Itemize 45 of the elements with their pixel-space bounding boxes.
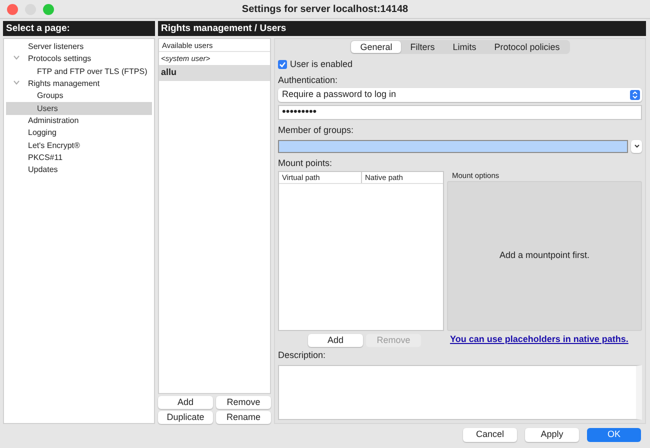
tree-item[interactable]: Updates [6,164,58,176]
checkbox[interactable] [278,60,287,70]
dropdown-button[interactable] [631,140,642,152]
dialog-button[interactable]: Apply [525,428,579,442]
window-title: Settings for server localhost:14148 [242,2,408,16]
description-field[interactable] [278,364,642,420]
chevron-down-icon [634,144,640,148]
chevron-icon[interactable] [13,54,20,62]
dialog-button[interactable]: OK [587,428,641,442]
groups-field[interactable] [278,140,628,152]
zoom-button[interactable] [43,4,54,14]
stepper-icon [630,90,640,100]
user-button[interactable]: Add [158,396,213,409]
user-button[interactable]: Remove [216,396,271,409]
empty-message: Add a mountpoint first. [499,249,590,262]
tree-item[interactable]: Protocols settings [6,53,92,66]
placeholders-link[interactable]: You can use placeholders in native paths. [450,333,628,347]
tree-item[interactable]: Administration [6,114,79,127]
field-label: Mount points: [278,156,334,170]
user-button[interactable]: Duplicate [158,411,213,424]
tree-item[interactable]: PKCS#11 [6,152,63,164]
tree-item[interactable]: Server listeners [6,41,84,54]
tree-item[interactable]: Groups [6,90,64,102]
dialog-button[interactable]: Cancel [463,428,517,442]
tree-item[interactable]: Rights management [6,78,100,90]
tab[interactable]: Protocol policies [485,41,569,53]
tab[interactable]: Filters [401,41,444,53]
checkbox-label: User is enabled [290,58,353,71]
tab[interactable]: General [351,41,402,53]
user-button[interactable]: Rename [216,411,271,424]
user-row[interactable]: allu [159,65,270,81]
panel-header: Select a page: [3,21,155,36]
field-label: Member of groups: [278,124,355,137]
tree-item[interactable]: Let's Encrypt® [6,140,80,152]
password-field[interactable]: ••••••••• [278,105,642,120]
close-button[interactable] [7,4,18,14]
mount-button[interactable]: Add [308,334,363,346]
chevron-icon[interactable] [13,78,20,86]
field-label: Authentication: [278,74,339,86]
tree-item[interactable]: Logging [6,127,56,140]
tab[interactable]: Limits [444,41,486,53]
panel-header: Rights management / Users [158,21,646,36]
field-label: Description: [278,349,327,362]
tree-item[interactable]: FTP and FTP over TLS (FTPS) [6,66,148,78]
authentication-dropdown[interactable]: Require a password to log in [278,88,642,102]
